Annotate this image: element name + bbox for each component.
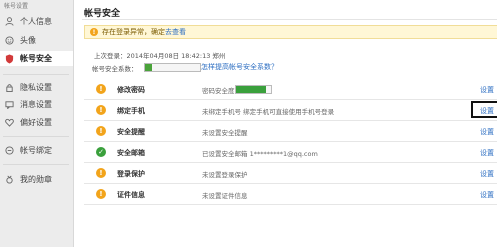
warning-icon: ! xyxy=(96,105,106,115)
sidebar-item-profile[interactable]: 个人信息 xyxy=(0,14,73,29)
password-strength-bar xyxy=(235,85,272,94)
sidebar-item-messages[interactable]: 消息设置 xyxy=(0,97,73,112)
warning-icon: ! xyxy=(96,168,106,178)
set-id-info-button[interactable]: 设置 xyxy=(480,190,494,200)
row-description: 未设置登录保护 xyxy=(202,171,248,179)
title-divider xyxy=(82,19,497,20)
sidebar-item-label: 帐号安全 xyxy=(20,54,52,63)
security-coefficient-label: 帐号安全系数： xyxy=(92,65,138,73)
sidebar-item-label: 头像 xyxy=(20,36,36,45)
row-name: 绑定手机 xyxy=(117,107,145,115)
security-coefficient-bar xyxy=(144,63,201,72)
login-warning-banner: ! 存在登录异常，确定 去查看 xyxy=(84,25,497,39)
sidebar-item-medals[interactable]: 我的勋章 xyxy=(0,172,73,187)
sidebar-item-label: 隐私设置 xyxy=(20,83,52,92)
improve-security-link[interactable]: 怎样提高帐号安全系数？ xyxy=(201,62,278,72)
warning-icon: ! xyxy=(96,84,106,94)
person-icon xyxy=(5,17,14,26)
sidebar-item-label: 消息设置 xyxy=(20,100,52,109)
row-name: 登录保护 xyxy=(117,170,145,178)
sidebar-item-preferences[interactable]: 偏好设置 xyxy=(0,115,73,130)
sidebar-divider xyxy=(3,164,69,165)
view-details-link[interactable]: 去查看 xyxy=(165,27,186,37)
row-name: 安全邮箱 xyxy=(117,149,145,157)
page-title: 帐号安全 xyxy=(84,9,121,19)
sidebar-divider xyxy=(3,136,69,137)
main-content: 帐号安全 ! 存在登录异常，确定 去查看 上次登录：2014年04月08日 18… xyxy=(74,0,497,247)
security-coefficient-fill xyxy=(145,64,152,71)
link-icon xyxy=(5,146,14,155)
lock-icon xyxy=(5,83,14,92)
last-login-info: 上次登录：2014年04月08日 18:42:13 郑州 xyxy=(94,52,226,60)
warning-icon: ! xyxy=(96,189,106,199)
table-row: ✓ 安全邮箱 已设置安全邮箱 1*********1@qq.com 设置 xyxy=(84,142,497,163)
sidebar-item-privacy[interactable]: 隐私设置 xyxy=(0,80,73,95)
warning-icon: ! xyxy=(90,28,98,36)
set-security-alert-button[interactable]: 设置 xyxy=(480,127,494,137)
security-items-table: ! 修改密码 密码安全度 设置 ! 绑定手机 未绑定手机号 绑定手机可直接使用手… xyxy=(84,79,497,205)
sidebar-item-avatar[interactable]: 头像 xyxy=(0,33,73,48)
table-row: ! 登录保护 未设置登录保护 设置 xyxy=(84,163,497,184)
face-icon xyxy=(5,36,14,45)
row-name: 证件信息 xyxy=(117,191,145,199)
heart-icon xyxy=(5,118,14,127)
highlight-box xyxy=(471,101,497,118)
row-name: 修改密码 xyxy=(117,86,145,94)
table-row: ! 证件信息 未设置证件信息 设置 xyxy=(84,184,497,205)
row-name: 安全提醒 xyxy=(117,128,145,136)
warning-text: 存在登录异常，确定 xyxy=(102,28,165,36)
sidebar-item-label: 偏好设置 xyxy=(20,118,52,127)
row-description: 密码安全度 xyxy=(202,87,235,95)
row-description: 未设置安全提醒 xyxy=(202,129,248,137)
set-login-protection-button[interactable]: 设置 xyxy=(480,169,494,179)
shield-icon xyxy=(5,54,14,63)
check-icon: ✓ xyxy=(96,147,106,157)
sidebar: 帐号设置 个人信息 头像 帐号安全 隐私设置 消息设置 偏好设置 帐号绑定 我的… xyxy=(0,0,74,247)
row-description: 未绑定手机号 绑定手机可直接使用手机号登录 xyxy=(202,108,335,116)
set-password-button[interactable]: 设置 xyxy=(480,85,494,95)
warning-icon: ! xyxy=(96,126,106,136)
set-security-email-button[interactable]: 设置 xyxy=(480,148,494,158)
sidebar-item-account-security[interactable]: 帐号安全 xyxy=(0,51,73,66)
sidebar-divider xyxy=(3,74,69,75)
sidebar-item-label: 我的勋章 xyxy=(20,175,52,184)
sidebar-item-label: 个人信息 xyxy=(20,17,52,26)
table-row: ! 修改密码 密码安全度 设置 xyxy=(84,79,497,100)
table-row: ! 绑定手机 未绑定手机号 绑定手机可直接使用手机号登录 设置 xyxy=(84,100,497,121)
table-row: ! 安全提醒 未设置安全提醒 设置 xyxy=(84,121,497,142)
sidebar-title: 帐号设置 xyxy=(4,3,29,10)
sidebar-item-label: 帐号绑定 xyxy=(20,146,52,155)
sidebar-item-account-binding[interactable]: 帐号绑定 xyxy=(0,143,73,158)
password-strength-fill xyxy=(236,86,266,93)
row-description: 已设置安全邮箱 1*********1@qq.com xyxy=(202,150,318,158)
message-icon xyxy=(5,100,14,109)
row-description: 未设置证件信息 xyxy=(202,192,248,200)
medal-icon xyxy=(5,175,14,184)
